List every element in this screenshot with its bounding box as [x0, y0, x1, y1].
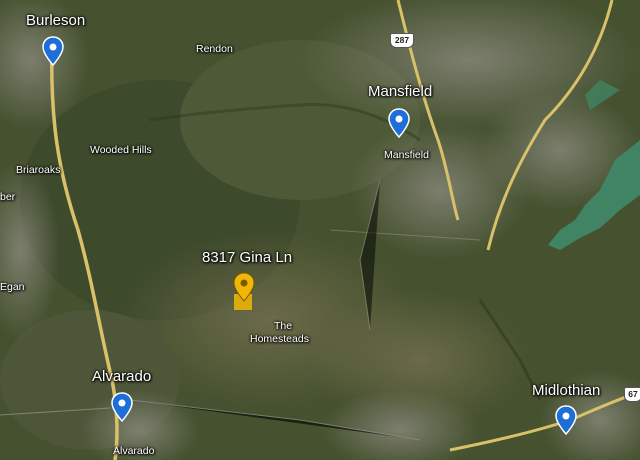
address-pin-icon[interactable] [233, 272, 255, 302]
place-label-rendon[interactable]: Rendon [196, 44, 233, 55]
place-label-wooded-hills[interactable]: Wooded Hills [90, 145, 152, 156]
place-label-briaroaks[interactable]: Briaroaks [16, 165, 60, 176]
place-label-ber[interactable]: ber [0, 192, 15, 203]
location-pin-icon[interactable] [42, 36, 64, 66]
location-pin-icon[interactable] [388, 108, 410, 138]
place-label-midlothian[interactable]: Midlothian [532, 383, 600, 398]
place-label-homesteads-line1[interactable]: The [274, 321, 292, 332]
pin-label-mansfield: Mansfield [384, 149, 429, 161]
place-label-alvarado[interactable]: Alvarado [92, 369, 151, 384]
address-label[interactable]: 8317 Gina Ln [202, 250, 292, 265]
place-label-egan[interactable]: Egan [0, 282, 25, 293]
pin-label-alvarado: Alvarado [113, 445, 155, 457]
place-label-mansfield[interactable]: Mansfield [368, 84, 432, 99]
location-pin-icon[interactable] [555, 405, 577, 435]
us-287-shield: 287 [390, 33, 414, 48]
satellite-map[interactable]: Burleson Rendon Wooded Hills Briaroaks b… [0, 0, 640, 460]
us-67-shield: 67 [624, 387, 640, 402]
place-label-burleson[interactable]: Burleson [26, 13, 85, 28]
place-label-homesteads-line2[interactable]: Homesteads [250, 334, 309, 345]
location-pin-icon[interactable] [111, 392, 133, 422]
